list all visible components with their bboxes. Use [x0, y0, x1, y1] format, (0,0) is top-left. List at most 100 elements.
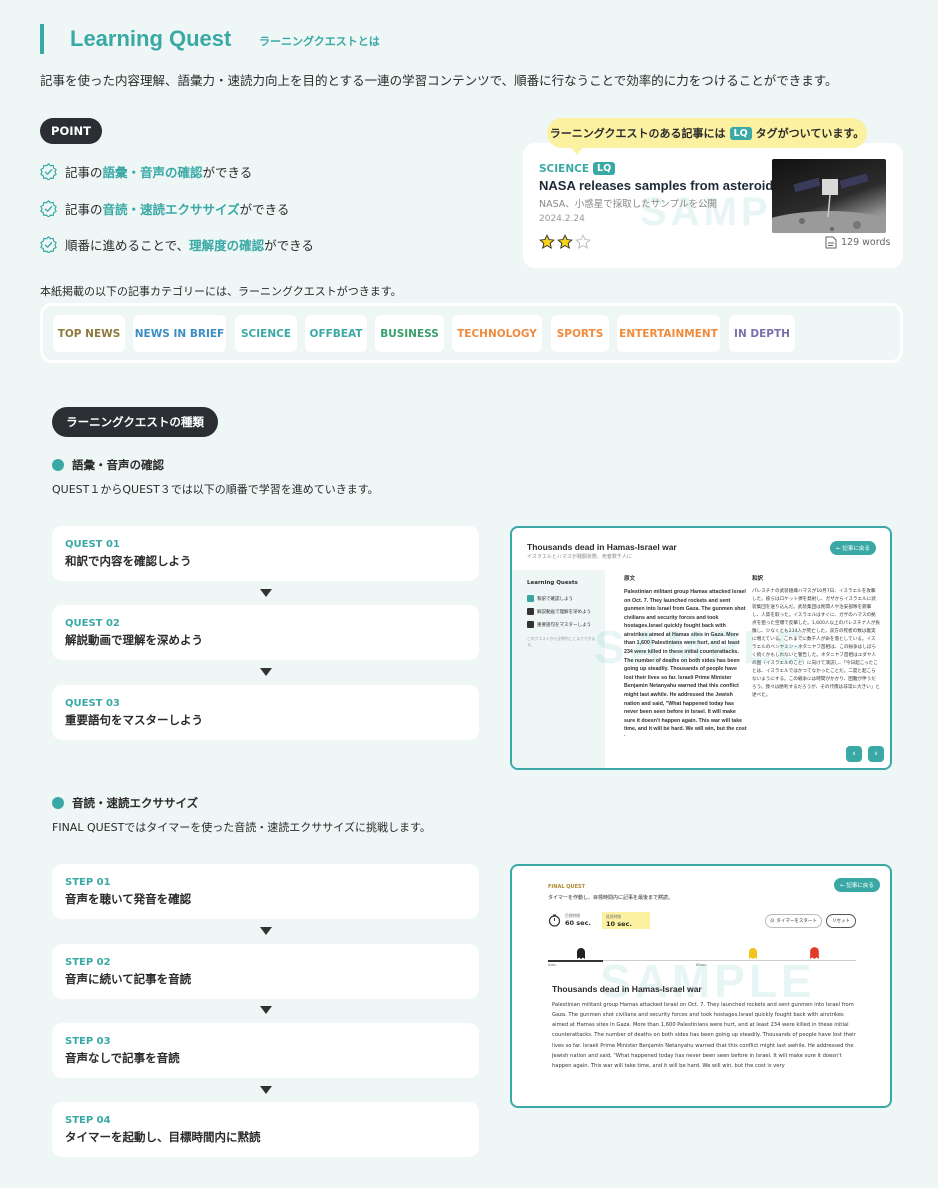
sidebar-item[interactable]: 和訳で確認しよう — [527, 595, 605, 602]
category-chip[interactable]: NEWS IN BRIEF — [133, 315, 226, 352]
step-arrow-icon — [260, 1006, 272, 1014]
asteroid-image — [772, 159, 886, 233]
point-text: 記事の — [65, 202, 103, 217]
sidebar-title: Learning Quests — [527, 580, 578, 586]
category-chip[interactable]: SCIENCE — [235, 315, 297, 352]
category-chip[interactable]: OFFBEAT — [305, 315, 367, 352]
intro-text: 記事を使った内容理解、語彙力・速読力向上を目的とする一連の学習コンテンツで、順番… — [40, 73, 838, 88]
final-quest-desc: タイマーを作動し、目標時間内に記事を最後まで黙読。 — [548, 895, 674, 901]
step-arrow-icon — [260, 668, 272, 676]
elapsed-timer: 経過時間 10 sec. — [602, 912, 650, 929]
callout-text: タグがついています。 — [755, 127, 865, 140]
step-text: 和訳で内容を確認しよう — [65, 554, 192, 568]
star-empty-icon — [575, 234, 591, 249]
step-label: STEP 02 — [65, 957, 111, 968]
sample-watermark: SAMPLE — [594, 621, 810, 673]
point-item: 記事の 音読・速読エクササイズ ができる — [40, 199, 289, 218]
vocab-section-desc: QUEST１からQUEST３では以下の順番で学習を進めていきます。 — [52, 483, 379, 496]
step-label: STEP 01 — [65, 877, 111, 888]
point-text: ができる — [239, 202, 290, 217]
article-title: Thousands dead in Hamas-Israel war — [552, 984, 702, 994]
lq-tag: LQ — [593, 162, 616, 175]
translation-column-heading: 和訳 — [752, 576, 764, 582]
reading-step: STEP 02 音声に続いて記事を音読 — [52, 944, 479, 999]
word-count: 129 words — [825, 236, 890, 249]
preview-title: Thousands dead in Hamas-Israel war — [527, 542, 677, 552]
play-icon: ⊙ — [770, 918, 775, 924]
start-button-label: タイマーをスタート — [776, 919, 817, 924]
star-filled-icon — [557, 234, 573, 249]
point-text: ができる — [264, 238, 314, 253]
start-timer-button[interactable]: ⊙ タイマーをスタート — [765, 914, 822, 928]
article-date: 2024.2.24 — [539, 214, 585, 224]
step-label: QUEST 02 — [65, 618, 120, 629]
point-item: 順番に進めることで、 理解度の確認 ができる — [40, 235, 314, 254]
step-text: 音声に続いて記事を音読 — [65, 972, 192, 986]
final-quest-label: FINAL QUEST — [548, 884, 585, 890]
back-to-article-button[interactable]: ← 記事に戻る — [830, 541, 876, 555]
point-highlight: 音読・速読エクササイズ — [102, 202, 240, 217]
category-chip[interactable]: SPORTS — [551, 315, 609, 352]
reset-button[interactable]: リセット — [826, 914, 856, 928]
word-count-text: 129 words — [841, 237, 891, 248]
category-chip[interactable]: TOP NEWS — [53, 315, 125, 352]
section-heading-text: 音読・速読エクササイズ — [72, 796, 199, 810]
sidebar-item[interactable]: 解説動画で理解を深めよう — [527, 608, 605, 615]
categories-intro: 本紙掲載の以下の記事カテゴリーには、ラーニングクエストがつきます。 — [40, 285, 402, 298]
difficulty-stars — [539, 234, 591, 250]
quest-sidebar: Learning Quests 和訳で確認しよう 解説動画で理解を深めよう 重要… — [512, 570, 605, 768]
step-arrow-icon — [260, 589, 272, 597]
step-text: タイマーを起動し、目標時間内に黙読 — [65, 1130, 261, 1144]
track-start-label: 0sec. — [548, 963, 558, 967]
step-label: STEP 04 — [65, 1115, 111, 1126]
point-highlight: 語彙・音声の確認 — [102, 165, 203, 180]
title-accent-bar — [40, 24, 44, 54]
category-chip[interactable]: IN DEPTH — [729, 315, 795, 352]
step-arrow-icon — [260, 1086, 272, 1094]
category-label: SCIENCE — [539, 162, 590, 175]
reading-step: STEP 03 音声なしで記事を音読 — [52, 1023, 479, 1078]
point-text: 記事の — [65, 165, 103, 180]
step-label: STEP 03 — [65, 1036, 111, 1047]
section-dot — [52, 459, 64, 471]
check-badge-icon — [40, 163, 57, 180]
step-text: 音声なしで記事を音読 — [65, 1051, 180, 1065]
stopwatch-icon — [548, 914, 561, 927]
step-text: 重要語句をマスターしよう — [65, 713, 203, 727]
category-chip[interactable]: TECHNOLOGY — [452, 315, 542, 352]
page-title: Learning Quest — [70, 26, 232, 51]
spacecraft-illustration — [772, 173, 886, 233]
star-filled-icon — [539, 234, 555, 249]
back-button-label: 記事に戻る — [842, 546, 870, 552]
lq-tag: LQ — [729, 126, 752, 140]
prev-page-button[interactable]: ‹ — [846, 746, 862, 762]
sidebar-item-label: 解説動画で理解を深めよう — [537, 609, 591, 615]
article-category: SCIENCE LQ — [539, 162, 619, 175]
original-column-heading: 原文 — [624, 576, 636, 582]
section-heading-text: 語彙・音声の確認 — [72, 458, 164, 472]
back-to-article-button[interactable]: ← 記事に戻る — [834, 878, 880, 892]
category-chip[interactable]: ENTERTAINMENT — [617, 315, 720, 352]
back-button-label: 記事に戻る — [846, 883, 874, 889]
step-arrow-icon — [260, 927, 272, 935]
next-page-button[interactable]: › — [868, 746, 884, 762]
article-title[interactable]: NASA releases samples from asteroid — [539, 178, 773, 193]
quest-screen-preview: Thousands dead in Hamas-Israel war イスラエル… — [510, 526, 892, 770]
callout-text: ラーニングクエストのある記事には — [549, 127, 726, 140]
point-text: ができる — [202, 165, 253, 180]
point-text: 順番に進めることで、 — [65, 238, 190, 253]
target-timer: 目標時間 60 sec. — [548, 913, 591, 927]
category-chip[interactable]: BUSINESS — [375, 315, 444, 352]
check-badge-icon — [40, 200, 57, 217]
sidebar-note: このクエストから全問中ここまでできます。 — [527, 636, 596, 647]
reading-step: STEP 04 タイマーを起動し、目標時間内に黙読 — [52, 1102, 479, 1157]
sidebar-item-label: 和訳で確認しよう — [537, 596, 573, 602]
point-item: 記事の 語彙・音声の確認 ができる — [40, 162, 252, 181]
section-dot — [52, 797, 64, 809]
timer-progress — [548, 960, 603, 962]
quest-types-badge: ラーニングクエストの種類 — [52, 407, 218, 437]
article-body: Palestinian militant group Hamas attacke… — [552, 1002, 856, 1069]
preview-subtitle: イスラエルとハマスが戦闘状態、死者数千人に — [527, 554, 632, 560]
timer-value: 10 sec. — [606, 920, 632, 928]
point-highlight: 理解度の確認 — [189, 238, 265, 253]
